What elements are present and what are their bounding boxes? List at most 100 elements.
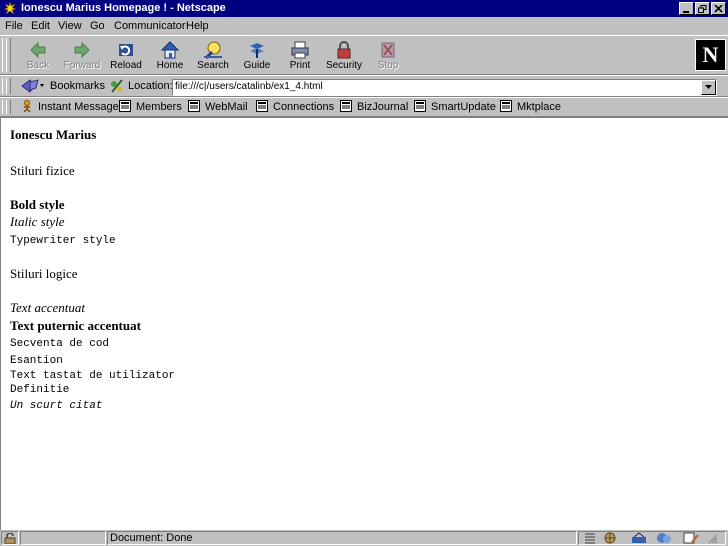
instant-message-label: Instant Message bbox=[38, 101, 119, 113]
italic-style-text: Italic style bbox=[10, 214, 65, 229]
emphasis-text: Text accentuat bbox=[10, 300, 85, 315]
page-proxy-icon[interactable] bbox=[110, 78, 124, 94]
back-label: Back bbox=[26, 60, 50, 71]
mktplace-link[interactable]: Mktplace bbox=[500, 100, 561, 115]
netscape-logo[interactable]: N bbox=[695, 39, 726, 71]
printer-icon bbox=[291, 41, 309, 59]
back-arrow-icon bbox=[30, 41, 46, 59]
page-heading: Ionescu Marius bbox=[10, 127, 97, 142]
keyboard-text: Text tastat de utilizator bbox=[10, 370, 176, 382]
navigator-wheel-icon[interactable] bbox=[602, 532, 618, 544]
forward-arrow-icon bbox=[74, 41, 90, 59]
maximize-button[interactable] bbox=[695, 2, 710, 15]
security-status-cell[interactable] bbox=[1, 531, 19, 545]
close-button[interactable] bbox=[711, 2, 726, 15]
members-label: Members bbox=[136, 101, 182, 113]
members-link[interactable]: Members bbox=[119, 100, 182, 115]
guide-label: Guide bbox=[243, 60, 271, 71]
menu-communicator[interactable]: Communicator bbox=[114, 19, 186, 33]
webmail-link[interactable]: WebMail bbox=[188, 100, 248, 115]
window-title: Ionescu Marius Homepage ! - Netscape bbox=[21, 2, 226, 14]
bookmark-page-icon bbox=[340, 100, 352, 112]
guide-icon bbox=[250, 43, 264, 58]
print-button[interactable]: Print bbox=[278, 38, 322, 74]
code-text: Secventa de cod bbox=[10, 338, 110, 350]
home-label: Home bbox=[156, 60, 184, 71]
bizjournal-label: BizJournal bbox=[357, 101, 409, 113]
title-bar[interactable]: Ionescu Marius Homepage ! - Netscape bbox=[0, 0, 728, 17]
page-content[interactable]: Ionescu Marius Stiluri fizice Bold style… bbox=[0, 117, 728, 530]
lock-icon bbox=[337, 41, 351, 59]
messenger-icon[interactable] bbox=[630, 532, 648, 544]
bookmarks-icon[interactable] bbox=[20, 78, 46, 94]
logical-styles-heading: Stiluri logice bbox=[10, 266, 78, 281]
close-icon bbox=[714, 5, 723, 13]
search-icon bbox=[204, 41, 222, 60]
stop-label: Stop bbox=[377, 60, 399, 71]
discussions-icon[interactable] bbox=[655, 532, 673, 544]
toolbar-grip[interactable] bbox=[6, 100, 11, 114]
toolbar-grip[interactable] bbox=[6, 38, 11, 72]
bookmark-page-icon bbox=[188, 100, 200, 112]
stop-icon bbox=[381, 42, 395, 58]
physical-styles-heading: Stiluri fizice bbox=[10, 163, 75, 178]
reload-icon bbox=[119, 44, 133, 56]
netscape-logo-letter: N bbox=[702, 42, 719, 67]
navigation-toolbar: Back Forward Reload Home Search Guide Pr… bbox=[0, 35, 728, 75]
mktplace-label: Mktplace bbox=[517, 101, 562, 113]
instant-message-icon bbox=[23, 100, 31, 112]
menu-go[interactable]: Go bbox=[90, 19, 105, 33]
webmail-label: WebMail bbox=[205, 101, 248, 113]
bold-style-text: Bold style bbox=[10, 197, 65, 212]
security-button[interactable]: Security bbox=[322, 38, 366, 74]
security-lock-icon bbox=[4, 533, 16, 544]
progress-cell bbox=[20, 531, 106, 545]
forward-label: Forward bbox=[63, 60, 101, 71]
instant-message-link[interactable]: Instant Message bbox=[21, 100, 119, 115]
cite-text: Un scurt citat bbox=[10, 400, 103, 412]
bookmark-page-icon bbox=[414, 100, 426, 112]
menu-edit[interactable]: Edit bbox=[31, 19, 50, 33]
print-label: Print bbox=[289, 60, 311, 71]
browser-window: Ionescu Marius Homepage ! - Netscape Fil… bbox=[0, 0, 728, 546]
home-button[interactable]: Home bbox=[148, 38, 192, 74]
bizjournal-link[interactable]: BizJournal bbox=[340, 100, 408, 115]
location-label: Location: bbox=[128, 80, 173, 92]
bookmark-page-icon bbox=[119, 100, 131, 112]
reload-label: Reload bbox=[110, 60, 142, 71]
menu-bar: File Edit View Go Communicator Help bbox=[0, 17, 728, 35]
connections-label: Connections bbox=[273, 101, 335, 113]
forward-button[interactable]: Forward bbox=[60, 38, 104, 74]
location-dropdown-button[interactable] bbox=[701, 80, 716, 95]
guide-button[interactable]: Guide bbox=[235, 38, 279, 74]
minimize-icon bbox=[683, 11, 689, 13]
menu-view[interactable]: View bbox=[58, 19, 82, 33]
stop-button[interactable]: Stop bbox=[366, 38, 410, 74]
bookmark-page-icon bbox=[256, 100, 268, 112]
menu-help[interactable]: Help bbox=[186, 19, 209, 33]
back-button[interactable]: Back bbox=[16, 38, 60, 74]
typewriter-style-text: Typewriter style bbox=[10, 235, 116, 247]
component-bar bbox=[578, 531, 726, 545]
location-url-input[interactable]: file:///c|/users/catalinb/ex1_4.html bbox=[172, 79, 717, 96]
search-label: Search bbox=[197, 60, 229, 71]
security-label: Security bbox=[325, 60, 363, 71]
netscape-app-icon[interactable] bbox=[3, 1, 17, 15]
navigator-icon[interactable] bbox=[584, 532, 596, 544]
resize-grip-icon[interactable] bbox=[706, 532, 718, 544]
minimize-button[interactable] bbox=[679, 2, 694, 15]
menu-file[interactable]: File bbox=[5, 19, 23, 33]
strong-text: Text puternic accentuat bbox=[10, 318, 141, 333]
sample-text: Esantion bbox=[10, 355, 63, 367]
smartupdate-label: SmartUpdate bbox=[431, 101, 496, 113]
definition-text: Definitie bbox=[10, 384, 70, 396]
bookmark-page-icon bbox=[500, 100, 512, 112]
status-bar: Document: Done bbox=[0, 530, 728, 546]
smartupdate-link[interactable]: SmartUpdate bbox=[414, 100, 496, 115]
search-button[interactable]: Search bbox=[191, 38, 235, 74]
toolbar-grip[interactable] bbox=[6, 78, 11, 94]
connections-link[interactable]: Connections bbox=[256, 100, 334, 115]
composer-icon[interactable] bbox=[682, 532, 700, 544]
bookmarks-label[interactable]: Bookmarks bbox=[50, 79, 105, 93]
reload-button[interactable]: Reload bbox=[104, 38, 148, 74]
